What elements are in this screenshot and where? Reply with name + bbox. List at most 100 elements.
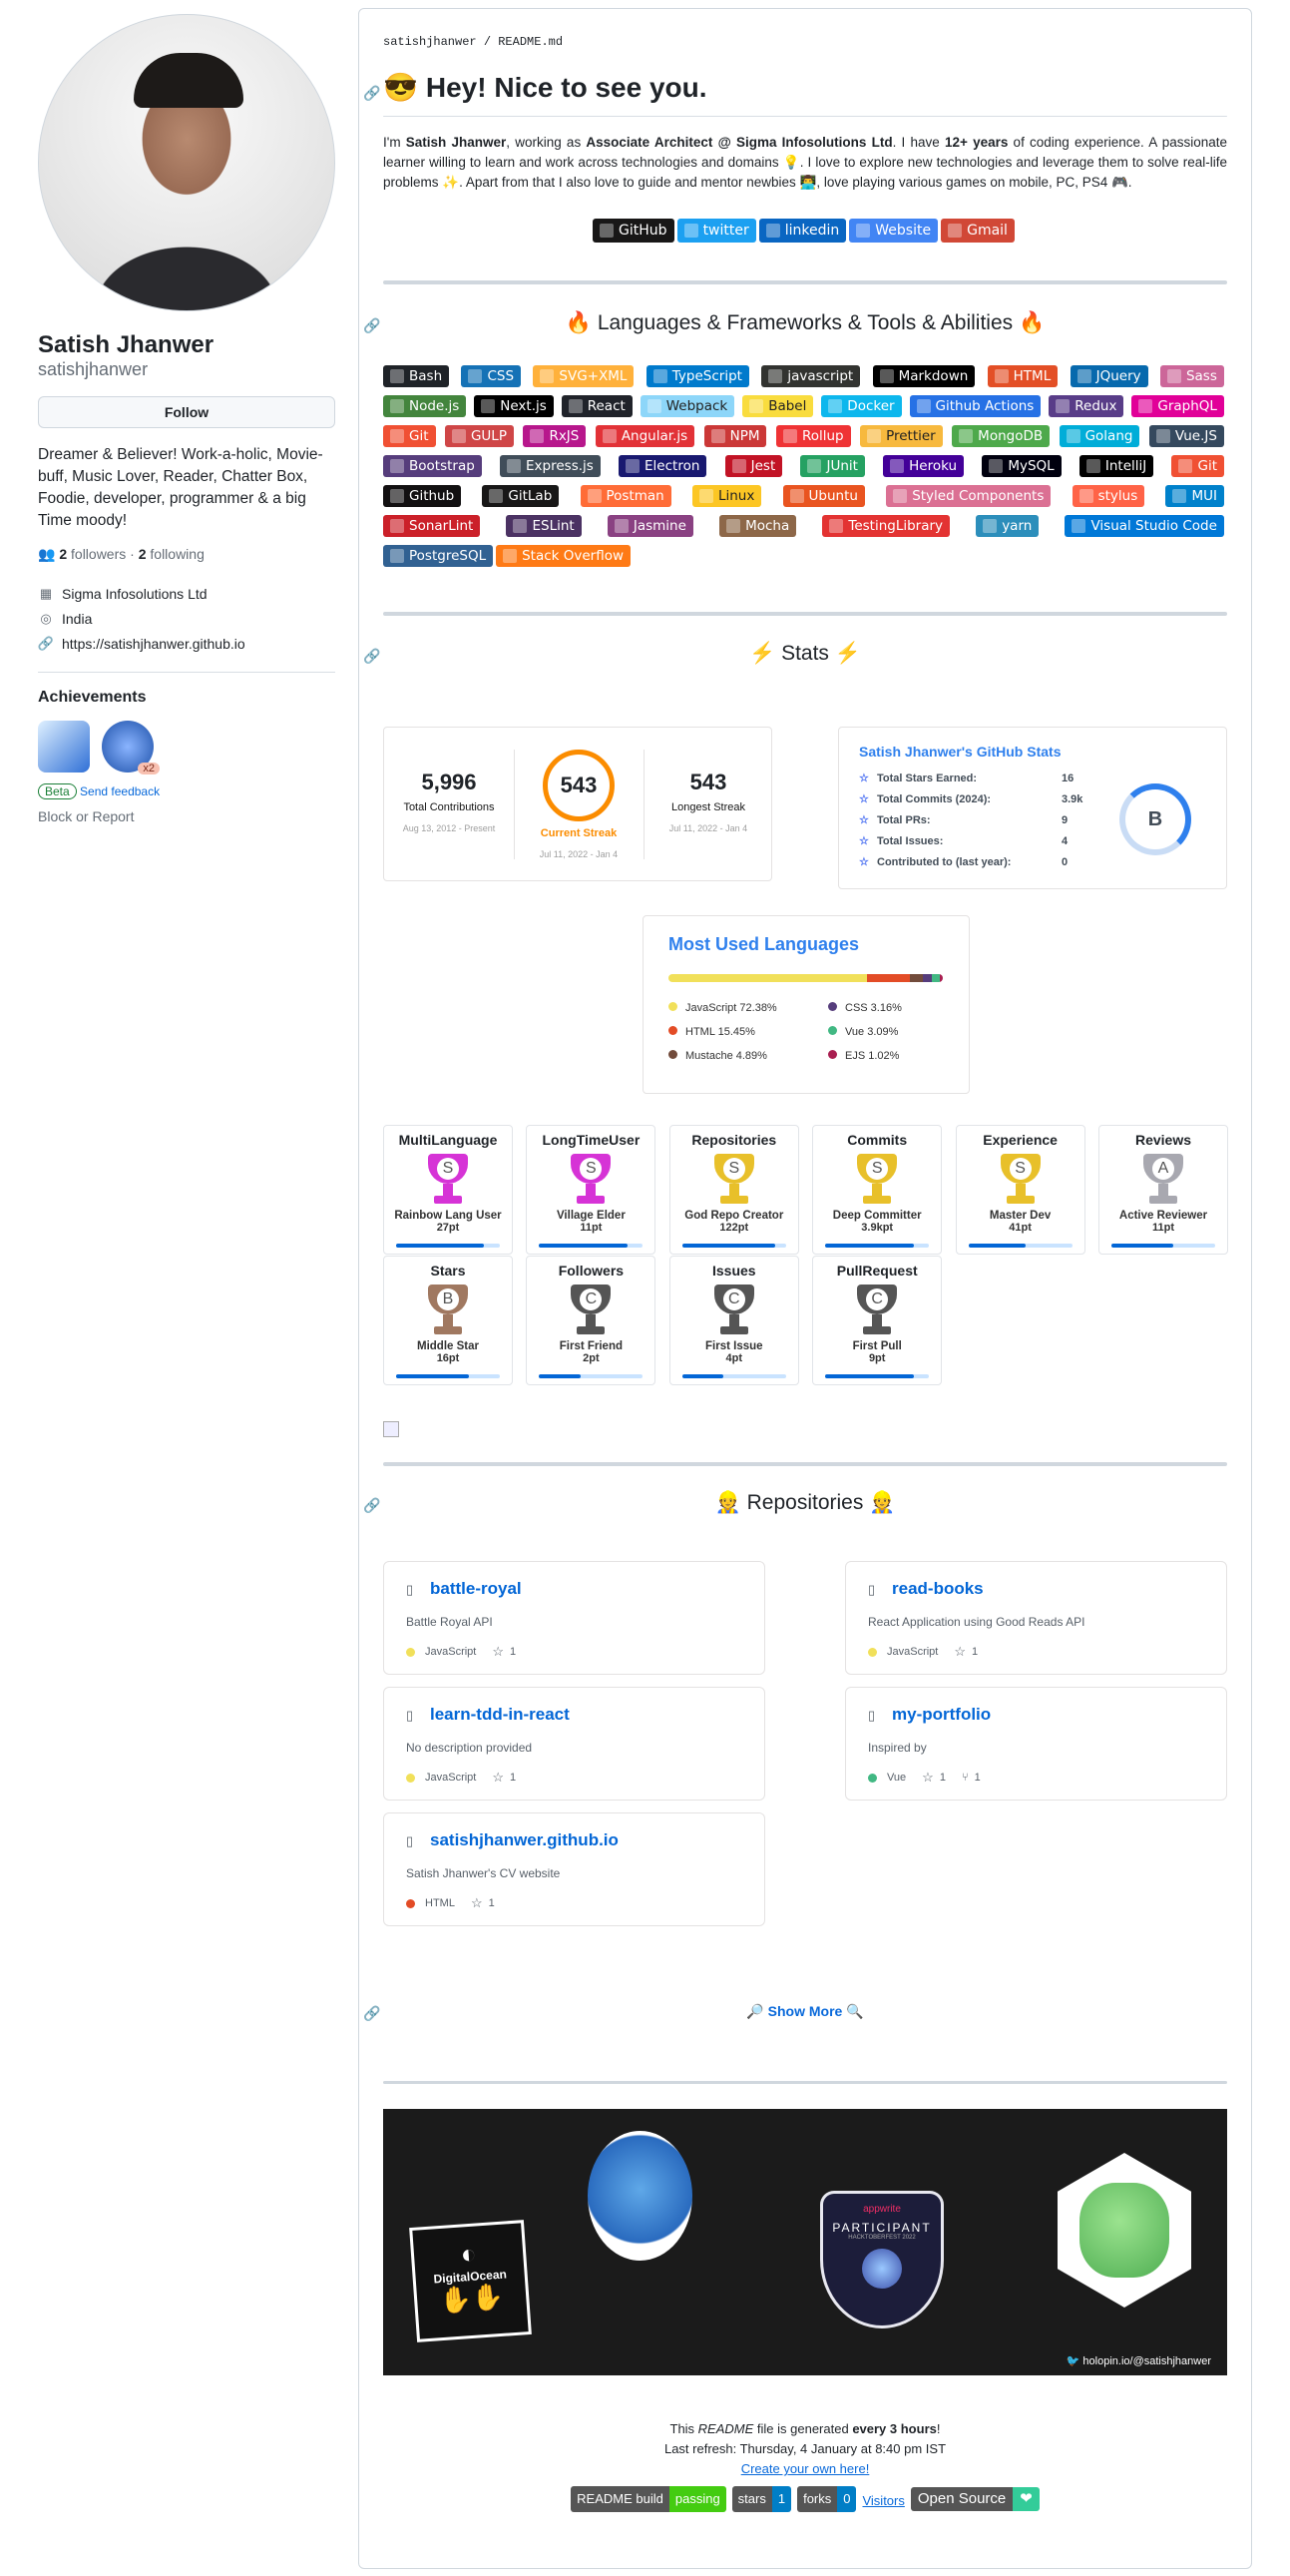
skill-badge[interactable]: Sass bbox=[1159, 365, 1224, 387]
skill-badge[interactable]: Jest bbox=[724, 455, 783, 477]
skill-badge[interactable]: Github Actions bbox=[909, 395, 1042, 417]
skill-badge[interactable]: Electron bbox=[619, 455, 707, 477]
stars-badge[interactable]: stars 1 bbox=[731, 2486, 792, 2512]
link-icon[interactable]: 🔗 bbox=[363, 317, 380, 334]
repo-name-link[interactable]: learn-tdd-in-react bbox=[430, 1705, 570, 1725]
skill-badge[interactable]: Stack Overflow bbox=[496, 545, 632, 567]
skill-badge[interactable]: ESLint bbox=[506, 515, 582, 537]
skill-badge[interactable]: NPM bbox=[703, 425, 767, 447]
skill-badge[interactable]: GULP bbox=[444, 425, 514, 447]
forks-badge[interactable]: forks 0 bbox=[797, 2486, 857, 2512]
build-badge[interactable]: README build passing bbox=[571, 2486, 726, 2512]
skill-badge[interactable]: Redux bbox=[1049, 395, 1124, 417]
skill-badge[interactable]: Next.js bbox=[474, 395, 554, 417]
skill-badge[interactable]: JQuery bbox=[1070, 365, 1148, 387]
trophy-repositories[interactable]: Repositories S God Repo Creator 122pt bbox=[668, 1125, 799, 1255]
following-link[interactable]: 2 following bbox=[139, 546, 205, 562]
skill-badge[interactable]: GitLab bbox=[482, 485, 560, 507]
skill-badge[interactable]: Docker bbox=[821, 395, 902, 417]
social-badge-twitter[interactable]: twitter bbox=[676, 219, 756, 243]
skill-badge[interactable]: Git bbox=[383, 425, 436, 447]
skill-badge[interactable]: Express.js bbox=[500, 455, 601, 477]
skill-badge[interactable]: GraphQL bbox=[1131, 395, 1224, 417]
skill-badge[interactable]: CSS bbox=[461, 365, 522, 387]
trophy-followers[interactable]: Followers C First Friend 2pt bbox=[526, 1256, 656, 1385]
skill-badge[interactable]: SVG+XML bbox=[533, 365, 635, 387]
show-more-link[interactable]: 🔎 Show More 🔍 bbox=[746, 2003, 863, 2019]
trophy-reviews[interactable]: Reviews A Active Reviewer 11pt bbox=[1098, 1125, 1228, 1255]
repo-card[interactable]: ▯ read-books React Application using Good … bbox=[845, 1561, 1227, 1675]
skill-badge[interactable]: HTML bbox=[987, 365, 1059, 387]
skill-badge[interactable]: Ubuntu bbox=[782, 485, 865, 507]
repo-card[interactable]: ▯ learn-tdd-in-react No description provid… bbox=[383, 1687, 765, 1801]
skill-badge[interactable]: yarn bbox=[976, 515, 1040, 537]
skill-badge[interactable]: Postman bbox=[580, 485, 671, 507]
skill-badge[interactable]: PostgreSQL bbox=[383, 545, 494, 567]
skill-badge[interactable]: TestingLibrary bbox=[822, 515, 951, 537]
link-icon[interactable]: 🔗 bbox=[363, 648, 380, 665]
open-source-badge[interactable]: Open Source ❤ bbox=[910, 2487, 1040, 2511]
achievement-badge[interactable]: x2 bbox=[102, 721, 160, 774]
trophy-commits[interactable]: Commits S Deep Committer 3.9kpt bbox=[812, 1125, 943, 1255]
social-badge-website[interactable]: Website bbox=[849, 219, 939, 243]
block-report-link[interactable]: Block or Report bbox=[38, 808, 335, 824]
skill-badge[interactable]: Bootstrap bbox=[383, 455, 482, 477]
skill-badge[interactable]: Webpack bbox=[640, 395, 735, 417]
skill-badge[interactable]: Node.js bbox=[383, 395, 467, 417]
skill-badge[interactable]: Bash bbox=[383, 365, 450, 387]
holopin-board[interactable]: ◐ DigitalOcean ✋✋ appwrite PARTICIPANT HACKT… bbox=[383, 2109, 1227, 2375]
skill-badge[interactable]: javascript bbox=[761, 365, 861, 387]
skill-badge[interactable]: Git bbox=[1171, 455, 1224, 477]
repo-name-link[interactable]: my-portfolio bbox=[892, 1705, 991, 1725]
achievement-badge[interactable] bbox=[38, 721, 90, 773]
create-own-link[interactable]: Create your own here! bbox=[741, 2461, 870, 2476]
skill-badge[interactable]: IntelliJ bbox=[1078, 455, 1154, 477]
skill-badge[interactable]: Visual Studio Code bbox=[1065, 515, 1224, 537]
skill-badge[interactable]: MongoDB bbox=[952, 425, 1051, 447]
skill-badge[interactable]: React bbox=[561, 395, 633, 417]
link-icon[interactable]: 🔗 bbox=[363, 2005, 380, 2022]
skill-badge[interactable]: Linux bbox=[691, 485, 762, 507]
link-icon[interactable]: 🔗 bbox=[363, 1497, 380, 1514]
send-feedback-link[interactable]: Send feedback bbox=[80, 784, 160, 798]
skill-badge[interactable]: SonarLint bbox=[383, 515, 481, 537]
social-badge-gmail[interactable]: Gmail bbox=[941, 219, 1015, 243]
skill-badge[interactable]: Styled Components bbox=[886, 485, 1052, 507]
skill-badge[interactable]: Mocha bbox=[719, 515, 797, 537]
trophy-multilanguage[interactable]: MultiLanguage S Rainbow Lang User 27pt bbox=[383, 1125, 513, 1255]
trophy-pullrequest[interactable]: PullRequest C First Pull 9pt bbox=[812, 1256, 943, 1385]
trophy-longtimeuser[interactable]: LongTimeUser S Village Elder 11pt bbox=[526, 1125, 656, 1255]
social-badge-linkedin[interactable]: linkedin bbox=[758, 219, 847, 243]
skill-badge[interactable]: Babel bbox=[742, 395, 814, 417]
skill-badge[interactable]: Github bbox=[383, 485, 462, 507]
visitors-badge[interactable]: Visitors bbox=[862, 2487, 904, 2511]
skill-badge[interactable]: stylus bbox=[1072, 485, 1145, 507]
repo-name-link[interactable]: read-books bbox=[892, 1579, 984, 1599]
skill-badge[interactable]: Markdown bbox=[872, 365, 976, 387]
follow-button[interactable]: Follow bbox=[38, 396, 335, 428]
repo-card[interactable]: ▯ my-portfolio Inspired by Vue ☆ 1 ⑂ 1 bbox=[845, 1687, 1227, 1801]
repo-name-link[interactable]: battle-royal bbox=[430, 1579, 522, 1599]
skill-badge[interactable]: MUI bbox=[1165, 485, 1224, 507]
avatar[interactable] bbox=[38, 14, 335, 311]
trophy-stars[interactable]: Stars B Middle Star 16pt bbox=[383, 1256, 513, 1385]
repo-card[interactable]: ▯ satishjhanwer.github.io Satish Jhanwer's… bbox=[383, 1812, 765, 1926]
repo-card[interactable]: ▯ battle-royal Battle Royal API JavaScript ☆… bbox=[383, 1561, 765, 1675]
repo-name-link[interactable]: satishjhanwer.github.io bbox=[430, 1830, 619, 1850]
skill-badge[interactable]: TypeScript bbox=[645, 365, 749, 387]
skill-badge[interactable]: Rollup bbox=[775, 425, 851, 447]
skill-badge[interactable]: Heroku bbox=[883, 455, 965, 477]
skill-badge[interactable]: Angular.js bbox=[595, 425, 695, 447]
skill-badge[interactable]: RxJS bbox=[523, 425, 587, 447]
social-badge-github[interactable]: GitHub bbox=[593, 219, 674, 243]
skill-badge[interactable]: Vue.JS bbox=[1148, 425, 1224, 447]
website-link[interactable]: https://satishjhanwer.github.io bbox=[62, 636, 245, 652]
skill-badge[interactable]: Golang bbox=[1059, 425, 1140, 447]
skill-badge[interactable]: JUnit bbox=[800, 455, 865, 477]
trophy-issues[interactable]: Issues C First Issue 4pt bbox=[668, 1256, 799, 1385]
skill-badge[interactable]: MySQL bbox=[982, 455, 1062, 477]
skill-badge[interactable]: Prettier bbox=[860, 425, 943, 447]
followers-link[interactable]: 2 followers · bbox=[59, 546, 138, 562]
skill-badge[interactable]: Jasmine bbox=[607, 515, 693, 537]
holopin-credit[interactable]: 🐦 holopin.io/@satishjhanwer bbox=[1067, 2354, 1211, 2367]
